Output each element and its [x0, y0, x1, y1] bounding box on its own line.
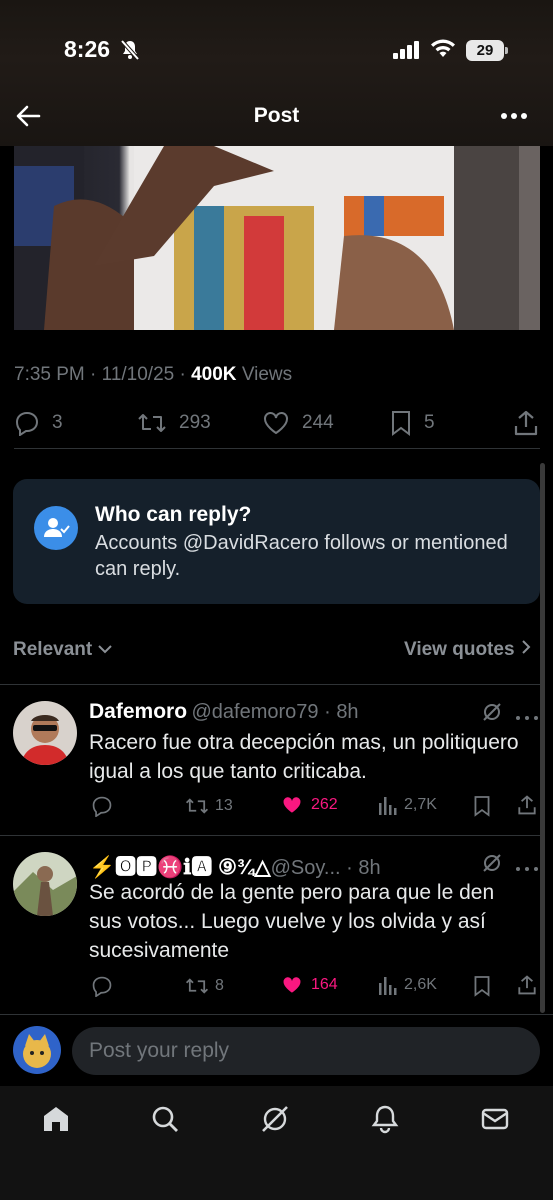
- dot-separator: ·: [318, 701, 337, 723]
- divider: [0, 835, 540, 836]
- who-can-reply-title: Who can reply?: [95, 503, 252, 526]
- reply-header: ⚡🅾🅿♓ℹ🅰 ⑨¾△@Soy... · 8h: [89, 851, 381, 881]
- bookmark-icon[interactable]: [473, 975, 491, 1002]
- battery-icon: 29: [466, 40, 504, 61]
- more-options-icon[interactable]: [515, 859, 539, 877]
- reply-action[interactable]: 3: [14, 410, 63, 436]
- dot-separator: ·: [340, 857, 359, 879]
- avatar[interactable]: [13, 701, 77, 765]
- like-count: 164: [311, 976, 338, 993]
- reply-text: Se acordó de la gente pero para que le d…: [89, 881, 495, 962]
- reply-author-name[interactable]: Dafemoro: [89, 700, 187, 723]
- share-icon[interactable]: [513, 409, 539, 442]
- reply-count: 3: [52, 412, 63, 433]
- grok-icon[interactable]: [481, 852, 503, 879]
- repost-icon: [185, 798, 209, 814]
- chevron-right-icon: [522, 640, 531, 654]
- wifi-icon: [430, 39, 456, 64]
- like-count: 244: [302, 412, 334, 433]
- avatar[interactable]: [13, 852, 77, 916]
- search-icon[interactable]: [150, 1104, 180, 1139]
- reply-header: Dafemoro @dafemoro79 · 8h: [89, 700, 359, 724]
- grok-icon[interactable]: [481, 701, 503, 728]
- analytics-icon: [379, 797, 397, 815]
- heart-filled-icon: [283, 977, 301, 993]
- my-avatar: [13, 1026, 61, 1074]
- repost-icon: [185, 978, 209, 994]
- reply-icon: [15, 411, 39, 436]
- divider: [0, 1014, 553, 1015]
- status-time: 8:26: [64, 36, 111, 62]
- views-label: Views: [241, 364, 293, 385]
- like-action[interactable]: 244: [262, 410, 334, 436]
- home-icon[interactable]: [41, 1104, 71, 1139]
- bookmark-icon: [392, 411, 410, 436]
- view-quotes-link[interactable]: View quotes: [404, 639, 532, 661]
- views-count: 2,6K: [404, 976, 437, 993]
- analytics-icon: [379, 977, 397, 995]
- reply-author-handle: @Soy...: [270, 857, 341, 879]
- battery-nub: [505, 47, 508, 54]
- repost-count: 293: [179, 412, 211, 433]
- bookmark-action[interactable]: 5: [390, 410, 435, 436]
- heart-filled-icon: [283, 797, 301, 813]
- more-options-icon[interactable]: [499, 102, 529, 135]
- more-options-icon[interactable]: [515, 708, 539, 726]
- reply-icon[interactable]: [91, 795, 113, 822]
- sort-dropdown[interactable]: Relevant: [13, 639, 113, 661]
- reply-time: 8h: [336, 701, 359, 723]
- views-action[interactable]: 2,6K: [378, 975, 437, 995]
- grok-tab-icon[interactable]: [260, 1104, 290, 1139]
- reply-icon[interactable]: [91, 975, 113, 1002]
- view-quotes-label: View quotes: [404, 639, 515, 660]
- repost-action[interactable]: 293: [137, 410, 211, 436]
- scrollbar[interactable]: [540, 463, 545, 1013]
- repost-action[interactable]: 8: [185, 975, 224, 997]
- views-count: 2,7K: [404, 796, 437, 813]
- post-time: 7:35 PM: [14, 364, 85, 385]
- repost-count: 13: [215, 797, 233, 814]
- post-date: 11/10/25: [101, 364, 175, 385]
- messages-icon[interactable]: [480, 1104, 510, 1139]
- divider: [0, 684, 540, 685]
- repost-action[interactable]: 13: [185, 795, 233, 817]
- who-can-reply-text: Accounts @DavidRacero follows or mention…: [95, 532, 508, 580]
- reply-time: 8h: [358, 857, 381, 879]
- share-icon[interactable]: [517, 794, 537, 821]
- repost-count: 8: [215, 977, 224, 994]
- signal-icon: [393, 41, 421, 64]
- views-count: 400K: [191, 364, 237, 385]
- notifications-icon[interactable]: [370, 1104, 400, 1139]
- heart-icon: [264, 412, 288, 435]
- bookmark-icon[interactable]: [473, 795, 491, 822]
- divider: [14, 448, 540, 449]
- post-meta: 7:35 PM · 11/10/25 · 400K Views: [14, 364, 293, 385]
- like-action[interactable]: 164: [281, 975, 338, 995]
- share-icon[interactable]: [517, 974, 537, 1001]
- bookmark-count: 5: [424, 412, 435, 433]
- sort-label: Relevant: [13, 639, 93, 660]
- reply-author-handle: @dafemoro79: [191, 701, 319, 723]
- views-action[interactable]: 2,7K: [378, 795, 437, 815]
- reply-text: Racero fue otra decepción mas, un politi…: [89, 731, 519, 783]
- like-count: 262: [311, 796, 338, 813]
- post-image[interactable]: [14, 146, 540, 330]
- chevron-down-icon: [98, 645, 113, 654]
- page-title: Post: [253, 104, 300, 127]
- reply-author-name[interactable]: ⚡🅾🅿♓ℹ🅰 ⑨¾△: [89, 856, 271, 879]
- bell-muted-icon: [119, 39, 141, 66]
- like-action[interactable]: 262: [281, 795, 338, 815]
- post-reply-input[interactable]: Post your reply: [72, 1027, 540, 1075]
- mention-user-icon: [34, 506, 78, 550]
- repost-icon: [138, 414, 166, 432]
